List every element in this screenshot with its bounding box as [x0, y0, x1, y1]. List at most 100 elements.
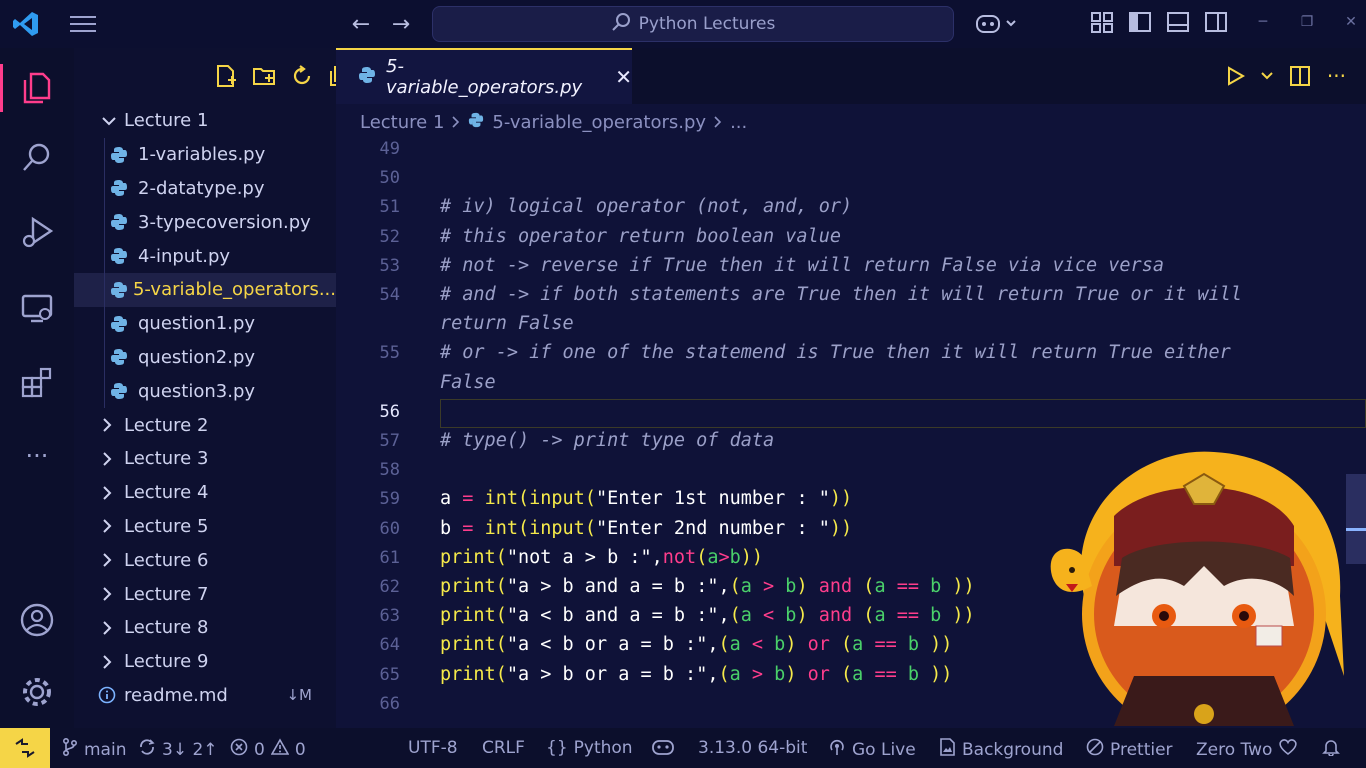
run-debug-icon[interactable] [0, 204, 74, 260]
explorer-icon[interactable] [0, 60, 74, 116]
forward-arrow-icon[interactable]: → [388, 10, 414, 38]
toggle-panel-icon[interactable] [1166, 10, 1190, 34]
folder-lecture-7[interactable]: Lecture 7 [74, 577, 336, 611]
run-python-icon[interactable] [1227, 62, 1245, 90]
file-item-active[interactable]: 5-variable_operators... [74, 272, 336, 307]
extensions-icon[interactable] [0, 354, 74, 410]
code-line-wrap: False [336, 370, 1366, 399]
file-item[interactable]: question1.py [74, 307, 336, 341]
folder-lecture-8[interactable]: Lecture 8 [74, 611, 336, 645]
remote-indicator-icon[interactable] [0, 728, 50, 768]
minimize-icon[interactable]: ─ [1252, 8, 1274, 36]
toggle-primary-sidebar-icon[interactable] [1128, 10, 1152, 34]
file-label: readme.md [124, 684, 228, 706]
folder-lecture-2[interactable]: Lecture 2 [74, 408, 336, 442]
maximize-icon[interactable]: ❐ [1296, 8, 1318, 36]
file-readme[interactable]: readme.md ↓M [74, 679, 336, 713]
python-file-icon [110, 247, 138, 265]
language-mode[interactable]: {} Python [546, 738, 633, 758]
interpreter-label: 3.13.0 64-bit [698, 738, 808, 758]
file-tree: Lecture 1 1-variables.py 2-datatype.py 3… [74, 104, 336, 712]
folder-lecture-4[interactable]: Lecture 4 [74, 476, 336, 510]
new-folder-icon[interactable] [252, 62, 276, 90]
python-file-icon [110, 348, 138, 366]
remote-explorer-icon[interactable] [0, 280, 74, 336]
prettier-button[interactable]: Prettier [1086, 738, 1173, 761]
folder-lecture-6[interactable]: Lecture 6 [74, 543, 336, 577]
go-live-button[interactable]: Go Live [828, 738, 916, 761]
chevron-right-icon [102, 485, 124, 500]
python-file-icon [110, 315, 138, 333]
file-item[interactable]: 3-typecoversion.py [74, 205, 336, 239]
folder-lecture-1[interactable]: Lecture 1 [74, 104, 336, 138]
more-actions-icon[interactable]: ··· [1327, 62, 1346, 90]
vscode-logo-icon [12, 10, 40, 38]
code-line-current: 56 [336, 398, 1366, 428]
line-number: 49 [379, 139, 400, 159]
python-file-icon [110, 146, 138, 164]
menu-icon[interactable] [70, 12, 96, 36]
new-file-icon[interactable] [214, 62, 238, 90]
copilot-icon[interactable] [974, 10, 1020, 38]
tab-active-file[interactable]: 5-variable_operators.py ✕ [336, 48, 632, 104]
folder-label: Lecture 5 [124, 515, 209, 537]
breadcrumb-folder[interactable]: Lecture 1 [360, 112, 444, 133]
command-center-search[interactable]: Python Lectures [432, 6, 954, 42]
code-statement: print("a > b or a = b :",(a > b) or (a =… [440, 663, 953, 685]
copilot-status[interactable] [652, 738, 674, 761]
toggle-secondary-sidebar-icon[interactable] [1204, 10, 1228, 34]
problems-indicator[interactable]: 0 0 [230, 738, 306, 761]
explorer-sidebar: ··· Lecture 1 1-variables.py 2-datatype.… [74, 48, 388, 728]
folder-lecture-5[interactable]: Lecture 5 [74, 510, 336, 544]
python-interpreter[interactable]: 3.13.0 64-bit [698, 738, 807, 758]
breadcrumb-file[interactable]: 5-variable_operators.py [492, 112, 706, 133]
file-label: question1.py [138, 313, 256, 335]
line-number: 65 [379, 664, 400, 685]
folder-lecture-9[interactable]: Lecture 9 [74, 645, 336, 679]
close-window-icon[interactable]: ✕ [1340, 8, 1362, 36]
code-comment: # and -> if both statements are True the… [440, 284, 1242, 305]
line-number: 63 [379, 606, 400, 627]
more-views-icon[interactable]: ··· [0, 428, 74, 484]
file-item[interactable]: 4-input.py [74, 239, 336, 273]
chevron-right-icon [102, 452, 124, 466]
eol-label: CRLF [482, 738, 525, 758]
string-literal: "Enter 1st number : " [595, 488, 830, 510]
code-statement: print("a < b or a = b :",(a < b) or (a =… [440, 634, 953, 656]
refresh-icon[interactable] [290, 62, 314, 90]
git-branch-icon [62, 737, 78, 761]
breadcrumb-symbol[interactable]: ... [730, 112, 747, 133]
breadcrumb: Lecture 1 5-variable_operators.py ... [360, 108, 747, 136]
close-icon[interactable]: ✕ [615, 65, 632, 89]
search-view-icon[interactable] [0, 130, 74, 186]
file-item[interactable]: question2.py [74, 341, 336, 375]
theme-indicator[interactable]: Zero Two [1196, 738, 1298, 761]
background-button[interactable]: Background [938, 738, 1063, 761]
theme-label: Zero Two [1196, 739, 1273, 760]
settings-gear-icon[interactable] [0, 664, 74, 720]
accounts-icon[interactable] [0, 592, 74, 648]
code-line: 49 [336, 136, 1366, 165]
line-number: 50 [379, 168, 400, 189]
notifications-bell[interactable] [1322, 738, 1340, 761]
split-editor-icon[interactable] [1289, 62, 1311, 90]
back-arrow-icon[interactable]: ← [348, 10, 374, 38]
code-comment: # iv) logical operator (not, and, or) [440, 196, 853, 218]
folder-lecture-3[interactable]: Lecture 3 [74, 442, 336, 476]
file-item[interactable]: question3.py [74, 374, 336, 408]
chevron-down-icon[interactable] [1261, 62, 1273, 90]
code-line: 52 # this operator return boolean value [336, 224, 1366, 253]
code-statement: print("a < b and a = b :",(a < b) and (a… [440, 605, 975, 627]
file-label: question3.py [138, 380, 256, 402]
info-icon [98, 686, 124, 704]
current-line-highlight [440, 398, 1366, 428]
code-statement: print("a > b and a = b :",(a > b) and (a… [440, 576, 975, 597]
eol-indicator[interactable]: CRLF [482, 738, 525, 758]
encoding-indicator[interactable]: UTF-8 [408, 738, 458, 758]
string-literal: "a > b or a = b :" [506, 663, 708, 685]
git-branch[interactable]: main [62, 737, 126, 761]
customize-layout-icon[interactable] [1090, 10, 1114, 34]
file-item[interactable]: 2-datatype.py [74, 172, 336, 206]
file-item[interactable]: 1-variables.py [74, 138, 336, 172]
git-sync[interactable]: 3↓ 2↑ [138, 738, 218, 761]
